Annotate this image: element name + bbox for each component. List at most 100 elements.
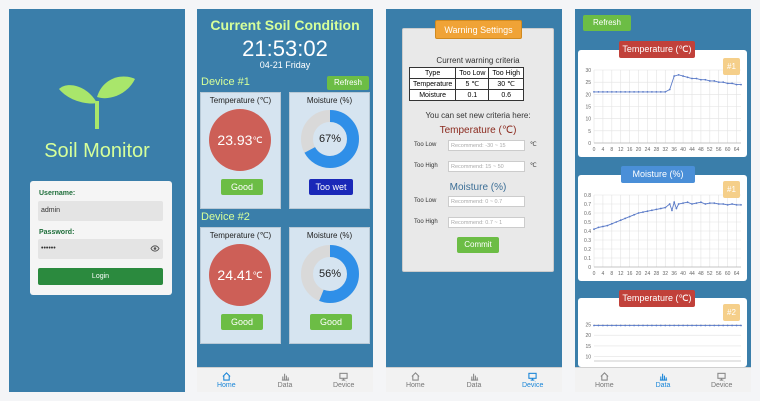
data-point [655, 91, 658, 93]
x-tick-label: 44 [689, 147, 695, 153]
temperature-chart-device-2: 10 15 20 25 [585, 322, 742, 362]
x-tick-label: 4 [602, 147, 605, 153]
moist-too-low-input[interactable]: Recommend: 0 ~ 0.7 [448, 196, 525, 207]
y-tick-label: 0.6 [584, 211, 591, 217]
data-point [668, 88, 671, 91]
data-screen: Refresh 0 5 10 15 20 25 30 0 4 8 12 16 20 24 28 32 36 40 4… [575, 9, 751, 392]
table-cell: 5 ℃ [455, 78, 490, 90]
data-point [633, 324, 635, 327]
data-point [651, 209, 653, 212]
data-point [735, 83, 738, 86]
device-1-temperature-card: Temperature (℃) 23.93 ℃ Good [200, 92, 281, 209]
data-point [664, 324, 667, 327]
tab-label: Home [594, 381, 614, 389]
show-password-eye-icon[interactable] [150, 245, 160, 252]
data-point [624, 91, 627, 93]
chart-device-badge: #2 [723, 304, 740, 321]
x-tick-label: 48 [698, 147, 704, 153]
data-point [726, 204, 729, 206]
login-button[interactable]: Login [38, 268, 163, 285]
home-icon [222, 371, 231, 381]
data-point [695, 77, 698, 80]
data-point [700, 78, 702, 81]
sprout-logo-icon [59, 76, 135, 129]
login-screen: Soil Monitor Username: admin Password: •… [9, 9, 185, 392]
data-point [726, 324, 729, 327]
monitor-icon [528, 372, 537, 381]
chart-title: Moisture (%) [621, 166, 695, 183]
data-point [633, 91, 635, 93]
data-point [731, 324, 733, 327]
tab-bar: Home Data Device [386, 367, 562, 392]
data-point [602, 225, 604, 228]
tab-bar: Home Data Device [197, 367, 373, 392]
data-point [726, 82, 729, 85]
tab-device[interactable]: Device [692, 368, 751, 392]
x-tick-label: 56 [716, 271, 722, 277]
tab-home[interactable]: Home [575, 368, 634, 392]
commit-button[interactable]: Commit [457, 237, 499, 253]
temperature-value: 24.41 [217, 267, 253, 283]
data-point [704, 203, 707, 205]
data-point [664, 91, 667, 93]
data-point [731, 203, 733, 205]
current-criteria-label: Current warning criteria [436, 56, 520, 65]
temp-too-high-input[interactable]: Recommend: 15 ~ 50 [448, 161, 525, 172]
data-point [664, 206, 667, 209]
data-point [717, 324, 720, 327]
y-tick-label: 10 [585, 117, 591, 123]
tab-device[interactable]: Device [503, 368, 562, 392]
refresh-button[interactable]: Refresh [583, 15, 631, 31]
data-point [637, 91, 640, 93]
tab-data[interactable]: Data [445, 368, 504, 392]
moist-too-high-input[interactable]: Recommend: 0.7 ~ 1 [448, 217, 525, 228]
card-title: Moisture (%) [306, 231, 353, 240]
tab-data[interactable]: Data [256, 368, 315, 392]
x-tick-label: 28 [654, 147, 660, 153]
table-cell: 0.1 [455, 89, 490, 101]
home-screen: Current Soil Condition 21:53:02 04-21 Fr… [197, 9, 373, 392]
data-point [713, 324, 716, 327]
table-row: Moisture 0.1 0.6 [408, 89, 525, 101]
temperature-chart-device-1: 0510152025300 4 8 12 16 20 24 28 32 36 40 44 48 52 56 6… [585, 68, 742, 153]
username-label: Username: [39, 190, 76, 197]
y-tick-label: 30 [585, 68, 591, 74]
username-input[interactable]: admin [38, 201, 163, 221]
moisture-value: 67% [318, 133, 342, 145]
tab-home[interactable]: Home [197, 368, 256, 392]
data-point [606, 324, 609, 327]
data-point [637, 324, 640, 327]
password-input[interactable]: •••••• [38, 239, 163, 259]
x-tick-label: 36 [671, 147, 677, 153]
x-tick-label: 52 [707, 271, 713, 277]
tab-label: Data [277, 381, 293, 389]
tab-device[interactable]: Device [314, 368, 373, 392]
data-point [713, 202, 716, 204]
tab-home[interactable]: Home [386, 368, 445, 392]
refresh-button[interactable]: Refresh [327, 76, 369, 90]
data-point [642, 324, 644, 327]
data-point [682, 75, 684, 77]
y-tick-label: 0.1 [584, 256, 591, 262]
tab-label: Data [655, 381, 671, 389]
temp-too-low-input[interactable]: Recommend: -30 ~ 15 [448, 140, 525, 151]
data-point [642, 211, 644, 213]
data-point [593, 228, 595, 231]
card-title: Moisture (%) [306, 96, 353, 105]
table-cell: Temperature [408, 78, 457, 90]
data-point [708, 80, 711, 82]
tab-label: Device [710, 381, 733, 389]
device-1-moisture-card: Moisture (%) 67% Too wet [289, 92, 370, 209]
device-2-label: Device #2 [201, 211, 250, 223]
data-point [602, 91, 604, 93]
tab-data[interactable]: Data [634, 368, 693, 392]
data-point [686, 324, 689, 327]
tab-label: Device [332, 381, 355, 389]
moisture-status-badge: Good [310, 314, 352, 330]
current-date: 04-21 Friday [259, 60, 311, 70]
x-tick-label: 32 [662, 271, 668, 277]
data-point [610, 324, 613, 327]
moist-too-low-label: Too Low [414, 198, 437, 204]
data-point [615, 221, 618, 223]
x-tick-label: 44 [689, 271, 695, 277]
